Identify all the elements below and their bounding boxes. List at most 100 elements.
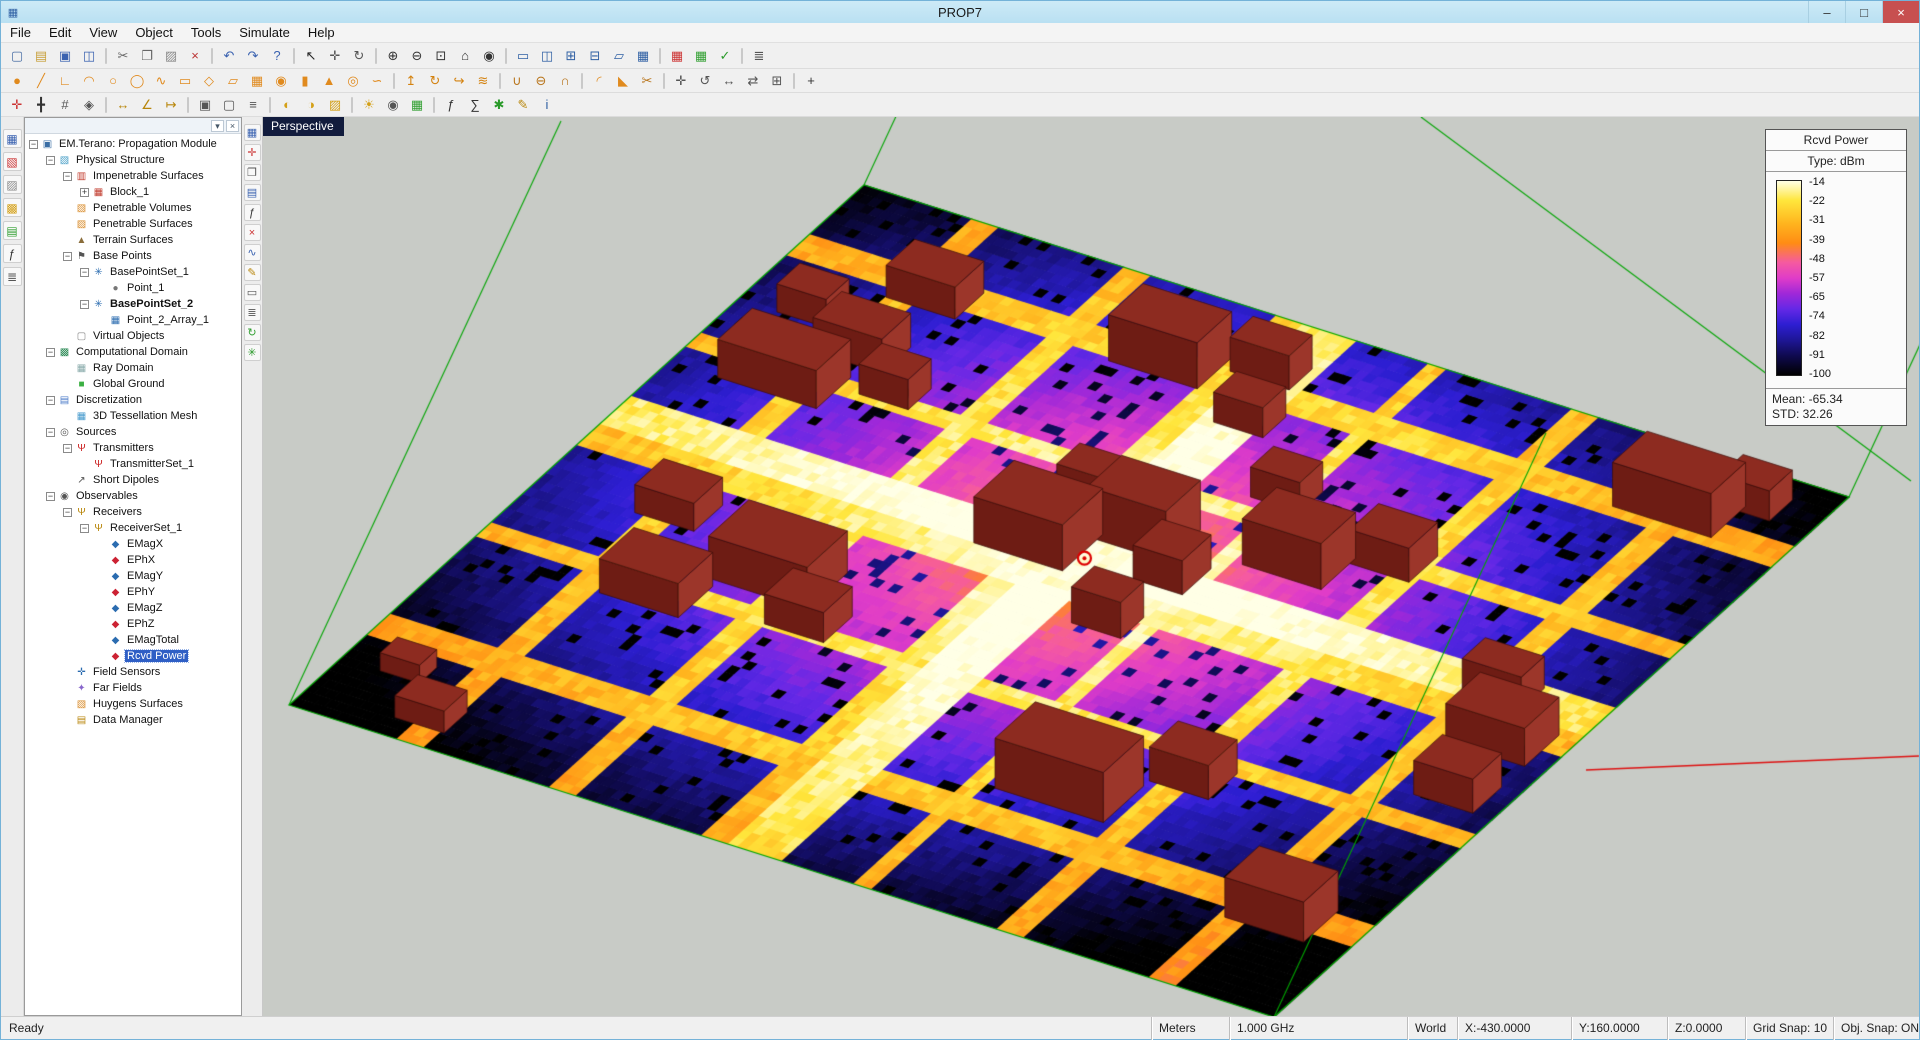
- panel-menu-button[interactable]: ▾: [211, 120, 224, 132]
- tree-expander[interactable]: [80, 460, 89, 469]
- polyline-tool-icon[interactable]: ∟: [54, 71, 76, 91]
- sphere-tool-icon[interactable]: ◉: [270, 71, 292, 91]
- panel-close-button[interactable]: ×: [226, 120, 239, 132]
- group-icon[interactable]: ▣: [194, 95, 216, 115]
- item-discretization[interactable]: − ▤ Discretization: [25, 392, 241, 408]
- item-terrain-surfaces[interactable]: ▲ Terrain Surfaces: [25, 232, 241, 248]
- view-four-icon[interactable]: ⊞: [560, 46, 582, 66]
- tree-expander[interactable]: [63, 700, 72, 709]
- validate-icon[interactable]: ✓: [714, 46, 736, 66]
- minimize-button[interactable]: –: [1808, 1, 1845, 23]
- cylinder-tool-icon[interactable]: ▮: [294, 71, 316, 91]
- cone-tool-icon[interactable]: ▲: [318, 71, 340, 91]
- zoom-in-icon[interactable]: ⊕: [382, 46, 404, 66]
- item-impenetrable-surfaces[interactable]: − ▥ Impenetrable Surfaces: [25, 168, 241, 184]
- move-tool-icon[interactable]: ✛: [670, 71, 692, 91]
- texture-icon[interactable]: ▨: [324, 95, 346, 115]
- tree-expander[interactable]: −: [46, 492, 55, 501]
- item-virtual-objects[interactable]: ▢ Virtual Objects: [25, 328, 241, 344]
- plane-tool-icon[interactable]: ▱: [222, 71, 244, 91]
- tree-expander[interactable]: [63, 476, 72, 485]
- item-block-1[interactable]: + ▦ Block_1: [25, 184, 241, 200]
- function-editor-icon[interactable]: ƒ: [244, 204, 261, 221]
- item-object[interactable]: Object: [126, 23, 182, 42]
- item-help[interactable]: Help: [299, 23, 344, 42]
- tree-expander[interactable]: [63, 236, 72, 245]
- tree-expander[interactable]: [63, 684, 72, 693]
- viewport-3d-canvas[interactable]: [263, 117, 1919, 1016]
- help-icon[interactable]: ?: [266, 46, 288, 66]
- save-icon[interactable]: ▣: [54, 46, 76, 66]
- tree-expander[interactable]: −: [29, 140, 38, 149]
- intersect-tool-icon[interactable]: ∩: [554, 71, 576, 91]
- tree-expander[interactable]: [63, 364, 72, 373]
- item-receivers[interactable]: − Ψ Receivers: [25, 504, 241, 520]
- item-short-dipoles[interactable]: ↗ Short Dipoles: [25, 472, 241, 488]
- tree-expander[interactable]: [63, 716, 72, 725]
- view-tile-icon[interactable]: ▦: [632, 46, 654, 66]
- item-point-1[interactable]: ● Point_1: [25, 280, 241, 296]
- item-point-2-array-1[interactable]: ▦ Point_2_Array_1: [25, 312, 241, 328]
- loft-tool-icon[interactable]: ≋: [472, 71, 494, 91]
- torus-tool-icon[interactable]: ◎: [342, 71, 364, 91]
- plot-icon[interactable]: ∿: [244, 244, 261, 261]
- item-3d-tessellation-mesh[interactable]: ▦ 3D Tessellation Mesh: [25, 408, 241, 424]
- item-computational-domain[interactable]: − ▩ Computational Domain: [25, 344, 241, 360]
- item-field-sensors[interactable]: ✛ Field Sensors: [25, 664, 241, 680]
- output-panel-icon[interactable]: ≣: [3, 267, 22, 286]
- item-view[interactable]: View: [80, 23, 126, 42]
- plugin-icon[interactable]: ✱: [488, 95, 510, 115]
- chamfer-tool-icon[interactable]: ◣: [612, 71, 634, 91]
- tree-expander[interactable]: [97, 620, 106, 629]
- color-icon[interactable]: ◑: [300, 95, 322, 115]
- item-emagz[interactable]: ◆ EMagZ: [25, 600, 241, 616]
- materials-panel-icon[interactable]: ▨: [3, 175, 22, 194]
- copy-icon[interactable]: ❐: [136, 46, 158, 66]
- tree-expander[interactable]: −: [63, 252, 72, 261]
- tree-expander[interactable]: [63, 380, 72, 389]
- tree-expander[interactable]: [97, 588, 106, 597]
- polygon-tool-icon[interactable]: ◇: [198, 71, 220, 91]
- annotate-icon[interactable]: ✎: [244, 264, 261, 281]
- redo-icon[interactable]: ↷: [242, 46, 264, 66]
- new-file-icon[interactable]: ▢: [6, 46, 28, 66]
- circle-tool-icon[interactable]: ○: [102, 71, 124, 91]
- item-ephx[interactable]: ◆ EPhX: [25, 552, 241, 568]
- tree-expander[interactable]: +: [80, 188, 89, 197]
- helix-tool-icon[interactable]: ∽: [366, 71, 388, 91]
- item-emagy[interactable]: ◆ EMagY: [25, 568, 241, 584]
- tree-expander[interactable]: −: [46, 428, 55, 437]
- scripts-panel-icon[interactable]: ƒ: [3, 244, 22, 263]
- grid-view-icon[interactable]: ▦: [244, 124, 261, 141]
- tree-expander[interactable]: [97, 540, 106, 549]
- line-tool-icon[interactable]: ╱: [30, 71, 52, 91]
- tree-expander[interactable]: −: [80, 300, 89, 309]
- info-icon[interactable]: i: [536, 95, 558, 115]
- orbit-icon[interactable]: ↻: [348, 46, 370, 66]
- spline-tool-icon[interactable]: ∿: [150, 71, 172, 91]
- view-single-icon[interactable]: ▭: [512, 46, 534, 66]
- extrude-tool-icon[interactable]: ↥: [400, 71, 422, 91]
- sum-icon[interactable]: ∑: [464, 95, 486, 115]
- tree-expander[interactable]: −: [63, 444, 72, 453]
- item-ray-domain[interactable]: ▦ Ray Domain: [25, 360, 241, 376]
- notes-icon[interactable]: ✎: [512, 95, 534, 115]
- item-simulate[interactable]: Simulate: [230, 23, 299, 42]
- item-penetrable-surfaces[interactable]: ▨ Penetrable Surfaces: [25, 216, 241, 232]
- tree-expander[interactable]: [97, 604, 106, 613]
- layers-icon[interactable]: ≣: [244, 304, 261, 321]
- item-observables[interactable]: − ◉ Observables: [25, 488, 241, 504]
- tree-expander[interactable]: −: [46, 156, 55, 165]
- add-primitive-icon[interactable]: +: [800, 71, 822, 91]
- item-emagtotal[interactable]: ◆ EMagTotal: [25, 632, 241, 648]
- save-all-icon[interactable]: ◫: [78, 46, 100, 66]
- item-receiverset-1[interactable]: − Ψ ReceiverSet_1: [25, 520, 241, 536]
- cut-icon[interactable]: ✂: [112, 46, 134, 66]
- item-sources[interactable]: − ◎ Sources: [25, 424, 241, 440]
- delete-view-icon[interactable]: ×: [244, 224, 261, 241]
- project-tree-panel-icon[interactable]: ▦: [3, 129, 22, 148]
- measure-angle-icon[interactable]: ∠: [136, 95, 158, 115]
- pan-icon[interactable]: ✛: [324, 46, 346, 66]
- mirror-tool-icon[interactable]: ⇄: [742, 71, 764, 91]
- item-basepointset-1[interactable]: − ✳ BasePointSet_1: [25, 264, 241, 280]
